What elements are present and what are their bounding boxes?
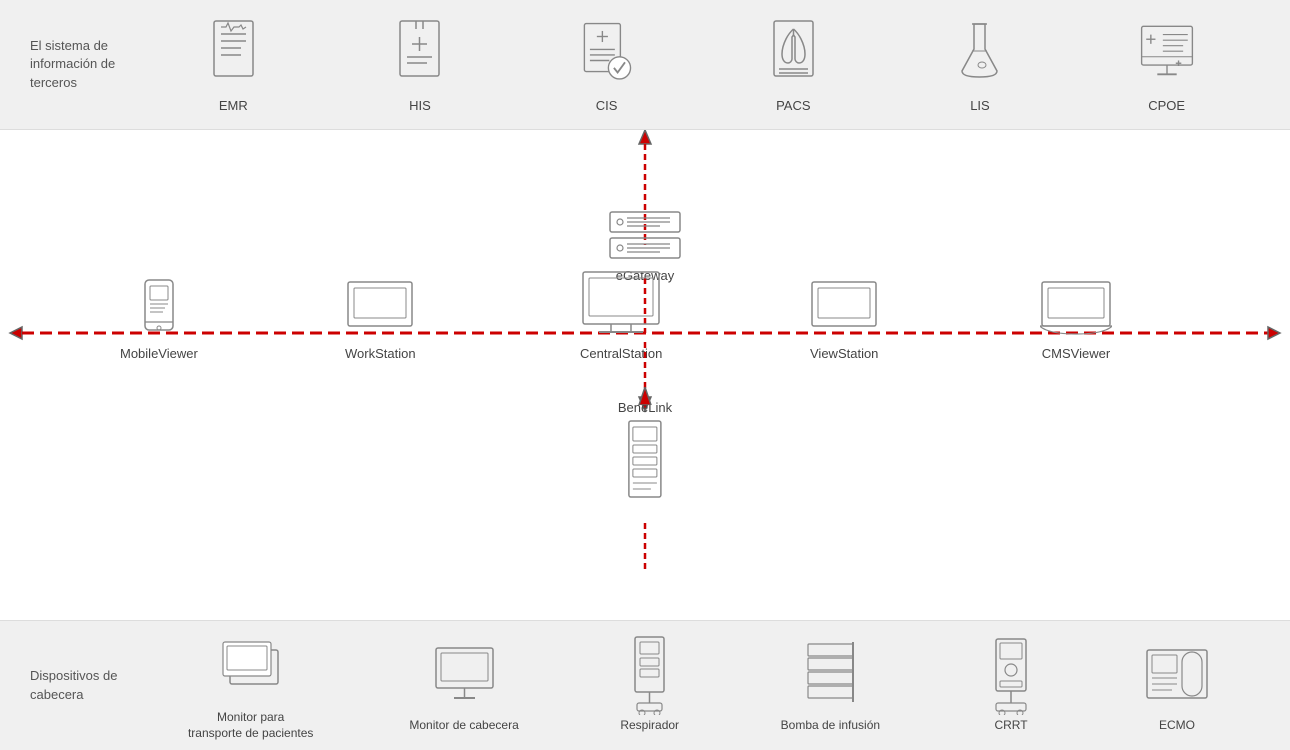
bottom-section: Dispositivos de cabecera Monitor paratra… [0, 620, 1290, 750]
emr-icon [203, 17, 263, 92]
ecmo-icon [1142, 637, 1212, 712]
workstation-label: WorkStation [345, 346, 416, 361]
device-monitor-transport: Monitor paratransporte de pacientes [188, 629, 313, 741]
emr-label: EMR [219, 98, 248, 113]
mobile-viewer-device: MobileViewer [120, 278, 198, 361]
lis-label: LIS [970, 98, 990, 113]
cis-label: CIS [596, 98, 618, 113]
cis-icon [577, 17, 637, 92]
view-station-device: ViewStation [810, 278, 878, 361]
mobile-viewer-icon [135, 278, 183, 340]
his-icon [390, 17, 450, 92]
bomba-icon [795, 637, 865, 712]
device-monitor-cabecera: Monitor de cabecera [409, 637, 518, 734]
cms-viewer-label: CMSViewer [1042, 346, 1110, 361]
crrt-icon [976, 637, 1046, 712]
respirador-label: Respirador [620, 718, 679, 734]
bottom-section-label: Dispositivos de cabecera [30, 667, 140, 703]
system-his: HIS [390, 17, 450, 113]
workstation-icon [346, 278, 414, 340]
workstation-device: WorkStation [345, 278, 416, 361]
devices-row: Monitor paratransporte de pacientes Moni… [140, 629, 1260, 741]
mobile-viewer-label: MobileViewer [120, 346, 198, 361]
respirador-icon [615, 637, 685, 712]
system-cpoe: CPOE [1137, 17, 1197, 113]
top-section: El sistema de información de terceros EM… [0, 0, 1290, 130]
system-emr: EMR [203, 17, 263, 113]
benelink-icon [623, 419, 667, 499]
cms-viewer-device: CMSViewer [1040, 278, 1112, 361]
benelink-arrow [635, 387, 655, 405]
device-ecmo: ECMO [1142, 637, 1212, 734]
pacs-icon [763, 17, 823, 92]
system-lis: LIS [950, 17, 1010, 113]
device-crrt: CRRT [976, 637, 1046, 734]
top-section-label: El sistema de información de terceros [30, 37, 140, 92]
pacs-label: PACS [776, 98, 810, 113]
device-respirador: Respirador [615, 637, 685, 734]
central-station-icon [581, 270, 661, 340]
system-pacs: PACS [763, 17, 823, 113]
monitor-cabecera-icon [429, 637, 499, 712]
view-station-label: ViewStation [810, 346, 878, 361]
benelink-area: BeneLink [618, 400, 672, 499]
systems-row: EMR HIS [140, 17, 1260, 113]
lis-icon [950, 17, 1010, 92]
middle-section: eGateway MobileViewer WorkStat [0, 130, 1290, 620]
monitor-transport-icon [216, 629, 286, 704]
benelink-down-connector [635, 523, 655, 573]
system-cis: CIS [577, 17, 637, 113]
his-label: HIS [409, 98, 431, 113]
device-bomba: Bomba de infusión [781, 637, 880, 734]
crrt-label: CRRT [994, 718, 1027, 734]
view-station-icon [810, 278, 878, 340]
monitor-cabecera-label: Monitor de cabecera [409, 718, 518, 734]
cms-viewer-icon [1040, 278, 1112, 340]
ecmo-label: ECMO [1159, 718, 1195, 734]
cpoe-label: CPOE [1148, 98, 1185, 113]
cpoe-icon [1137, 17, 1197, 92]
egateway-icon [605, 210, 685, 262]
monitor-transport-label: Monitor paratransporte de pacientes [188, 710, 313, 741]
bomba-label: Bomba de infusión [781, 718, 880, 734]
